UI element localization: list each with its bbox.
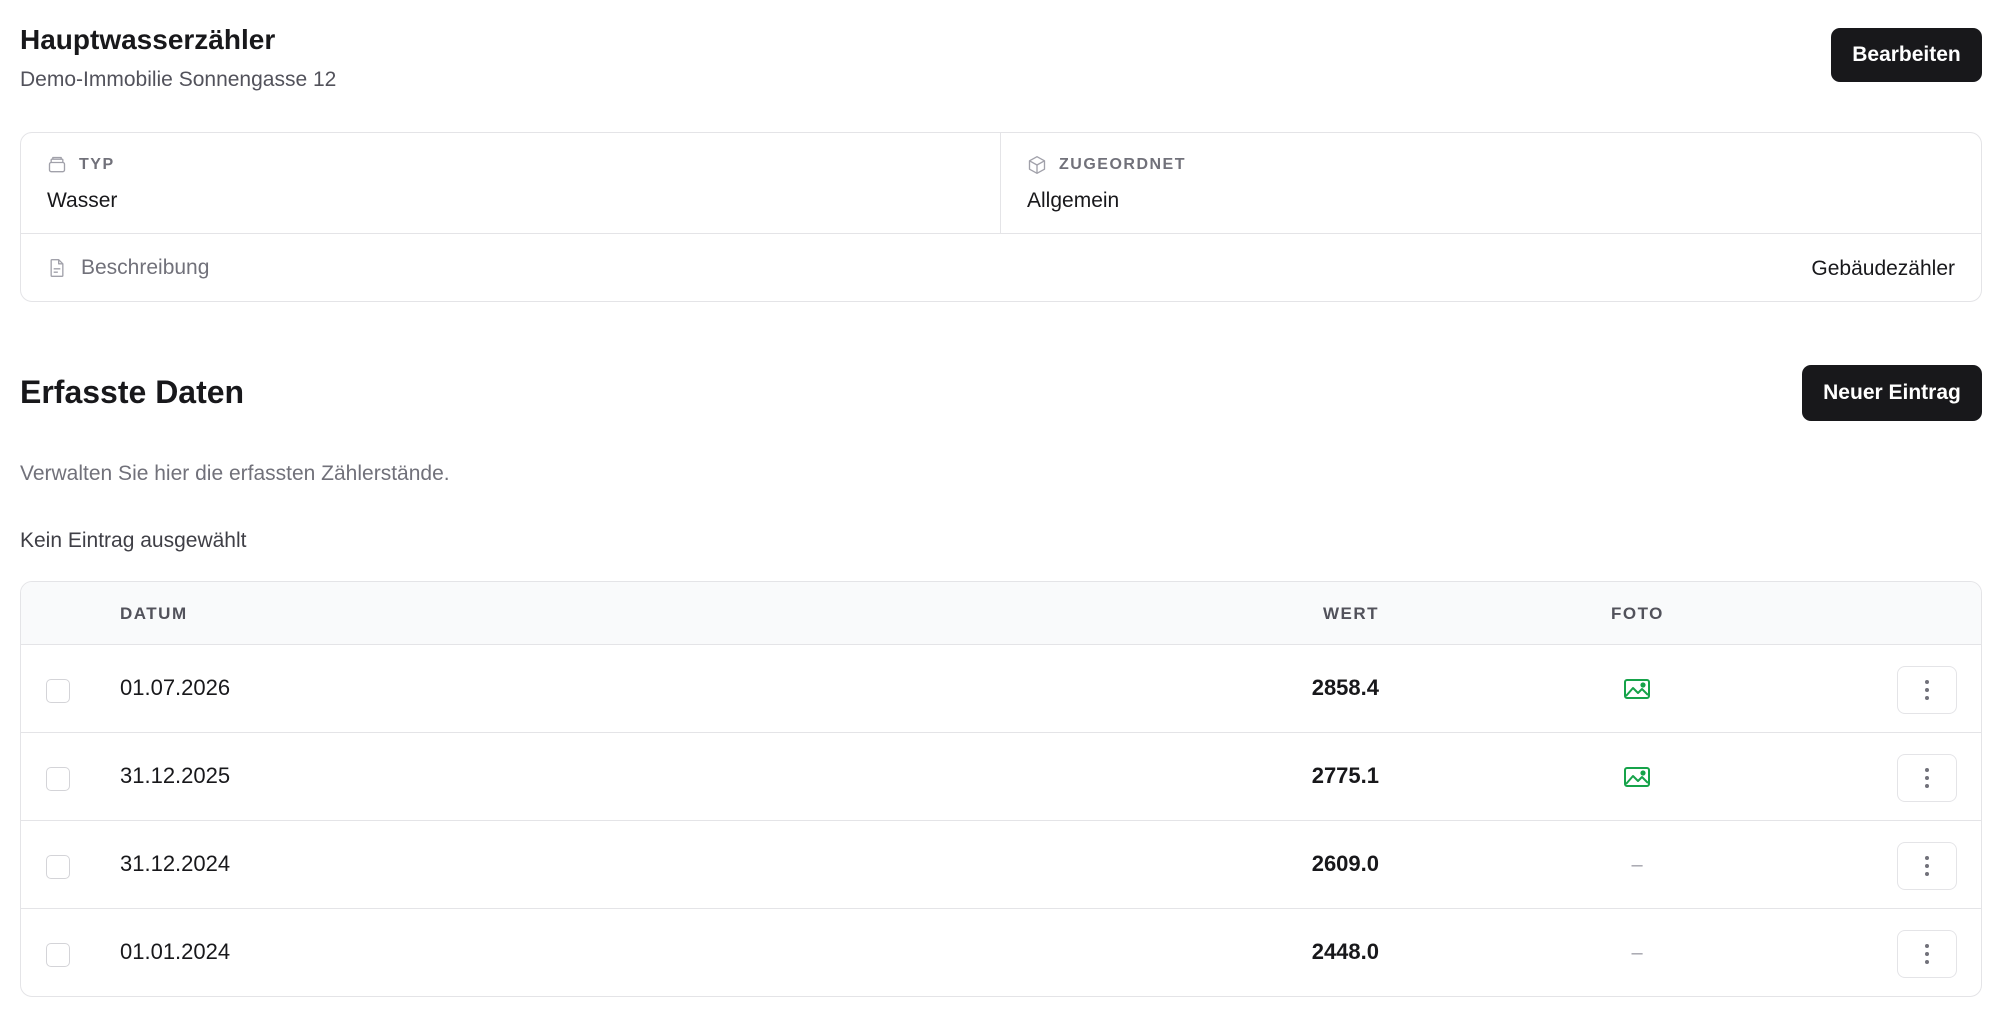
reading-value: 2858.4 bbox=[1311, 675, 1379, 700]
more-vertical-icon bbox=[1925, 680, 1929, 700]
property-subtitle: Demo-Immobilie Sonnengasse 12 bbox=[20, 68, 337, 91]
new-entry-button[interactable]: Neuer Eintrag bbox=[1802, 365, 1982, 421]
table-header: DATUM WERT FOTO bbox=[21, 582, 1981, 645]
reading-date: 01.01.2024 bbox=[120, 939, 231, 964]
table-row[interactable]: 01.07.2026 2858.4 bbox=[21, 645, 1981, 733]
reading-date: 31.12.2024 bbox=[120, 851, 231, 876]
row-actions-button[interactable] bbox=[1897, 842, 1957, 890]
row-checkbox[interactable] bbox=[46, 679, 70, 703]
description-label-text: Beschreibung bbox=[81, 256, 210, 279]
reading-date: 01.07.2026 bbox=[120, 675, 231, 700]
description-row: Beschreibung Gebäudezähler bbox=[21, 233, 1981, 301]
section-description: Verwalten Sie hier die erfassten Zählers… bbox=[20, 462, 450, 485]
row-actions-button[interactable] bbox=[1897, 666, 1957, 714]
table-row[interactable]: 01.01.2024 2448.0 – bbox=[21, 909, 1981, 996]
more-vertical-icon bbox=[1925, 944, 1929, 964]
row-actions-button[interactable] bbox=[1897, 930, 1957, 978]
cube-icon bbox=[1027, 155, 1047, 175]
row-actions-button[interactable] bbox=[1897, 754, 1957, 802]
reading-value: 2609.0 bbox=[1311, 851, 1379, 876]
edit-button[interactable]: Bearbeiten bbox=[1831, 28, 1982, 82]
row-checkbox[interactable] bbox=[46, 855, 70, 879]
row-checkbox[interactable] bbox=[46, 767, 70, 791]
more-vertical-icon bbox=[1925, 768, 1929, 788]
reading-value: 2448.0 bbox=[1311, 939, 1379, 964]
readings-table: DATUM WERT FOTO 01.07.2026 2858.4 31.12.… bbox=[20, 581, 1982, 997]
table-row[interactable]: 31.12.2024 2609.0 – bbox=[21, 821, 1981, 909]
reading-value: 2775.1 bbox=[1311, 763, 1379, 788]
description-label: Beschreibung bbox=[47, 256, 209, 280]
column-header-photo: FOTO bbox=[1611, 604, 1664, 623]
description-value: Gebäudezähler bbox=[1811, 257, 1955, 280]
page-title: Hauptwasserzähler bbox=[20, 24, 276, 55]
reading-date: 31.12.2025 bbox=[120, 763, 231, 788]
column-header-value: WERT bbox=[1322, 604, 1379, 623]
assigned-value: Allgemein bbox=[1027, 189, 1120, 212]
section-title: Erfasste Daten bbox=[20, 374, 245, 410]
assigned-cell: ZUGEORDNET Allgemein bbox=[1001, 133, 1981, 233]
selection-status: Kein Eintrag ausgewählt bbox=[20, 529, 247, 552]
row-checkbox[interactable] bbox=[46, 943, 70, 967]
type-cell: TYP Wasser bbox=[21, 133, 1001, 233]
image-icon[interactable] bbox=[1621, 676, 1653, 702]
meter-info-card: TYP Wasser ZUGEORDNET Allgemein Beschrei… bbox=[20, 132, 1982, 302]
table-row[interactable]: 31.12.2025 2775.1 bbox=[21, 733, 1981, 821]
archive-icon bbox=[47, 155, 67, 175]
more-vertical-icon bbox=[1925, 856, 1929, 876]
type-label-text: TYP bbox=[79, 156, 115, 173]
no-photo-placeholder: – bbox=[1631, 853, 1643, 876]
document-icon bbox=[47, 257, 67, 279]
no-photo-placeholder: – bbox=[1631, 941, 1643, 964]
type-label: TYP bbox=[47, 155, 115, 175]
column-header-date: DATUM bbox=[120, 604, 188, 623]
assigned-label: ZUGEORDNET bbox=[1027, 155, 1186, 175]
assigned-label-text: ZUGEORDNET bbox=[1059, 156, 1186, 173]
page-header: Hauptwasserzähler Demo-Immobilie Sonneng… bbox=[20, 24, 1982, 94]
image-icon[interactable] bbox=[1621, 764, 1653, 790]
type-value: Wasser bbox=[47, 189, 118, 212]
